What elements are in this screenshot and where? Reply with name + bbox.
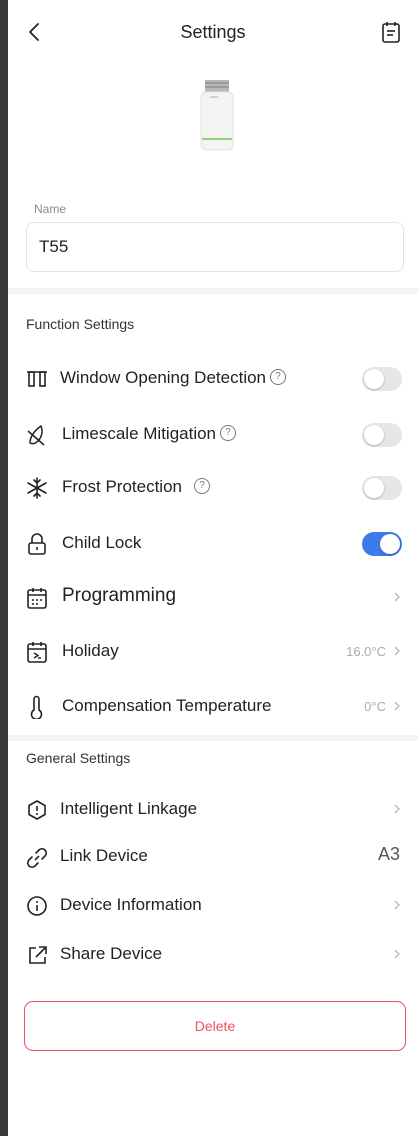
chevron-right-icon	[394, 900, 400, 910]
chevron-right-icon	[394, 949, 400, 959]
limescale-mitigation-label: Limescale Mitigation?	[62, 424, 237, 444]
page-title: Settings	[180, 22, 246, 42]
window-opening-detection-row: Window Opening Detection?	[8, 354, 418, 404]
link-device-label: Link Device	[60, 846, 148, 865]
holiday-row[interactable]: Holiday 16.0°C	[8, 627, 418, 677]
help-icon[interactable]: ?	[270, 368, 287, 385]
share-device-row[interactable]: Share Device	[8, 930, 418, 980]
device-information-label: Device Information	[60, 895, 202, 914]
holiday-label: Holiday	[62, 641, 119, 660]
share-icon	[29, 946, 47, 964]
function-settings-title: Function Settings	[26, 316, 135, 332]
intelligent-linkage-row[interactable]: Intelligent Linkage	[8, 785, 418, 835]
general-settings-title: General Settings	[26, 750, 131, 766]
link-device-row[interactable]: Link Device A3	[8, 832, 418, 882]
share-device-label: Share Device	[60, 944, 163, 963]
chevron-right-icon	[394, 804, 400, 814]
programming-row[interactable]: Programming	[8, 573, 418, 623]
limescale-mitigation-toggle[interactable]	[362, 423, 402, 447]
name-label: Name	[34, 202, 67, 216]
intelligent-linkage-label: Intelligent Linkage	[60, 799, 198, 818]
calendar-holiday-icon	[27, 642, 47, 663]
compensation-temperature-label: Compensation Temperature	[62, 696, 272, 715]
link-device-value: A3	[377, 844, 400, 864]
section-divider	[8, 288, 418, 294]
frost-protection-label: Frost Protection?	[62, 477, 210, 497]
frost-protection-row: Frost Protection?	[8, 463, 418, 513]
limescale-icon	[27, 424, 45, 446]
thermometer-icon	[30, 695, 43, 719]
info-icon	[27, 896, 47, 916]
header: Settings	[8, 0, 418, 66]
help-icon[interactable]: ?	[194, 477, 210, 494]
chevron-right-icon	[394, 646, 400, 656]
log-icon[interactable]	[380, 20, 402, 44]
device-information-row[interactable]: Device Information	[8, 881, 418, 931]
section-divider	[8, 735, 418, 741]
snowflake-icon	[27, 477, 47, 499]
window-opening-detection-label: Window Opening Detection?	[60, 368, 287, 388]
chevron-right-icon	[394, 592, 400, 602]
compensation-temperature-row[interactable]: Compensation Temperature 0°C	[8, 682, 418, 732]
link-icon	[26, 847, 48, 869]
window-icon	[27, 371, 47, 387]
lock-icon	[28, 533, 46, 555]
help-icon[interactable]: ?	[220, 424, 237, 441]
chevron-right-icon	[394, 701, 400, 711]
child-lock-row: Child Lock	[8, 519, 418, 569]
programming-label: Programming	[62, 585, 177, 606]
compensation-temperature-value: 0°C	[364, 699, 386, 714]
window-opening-detection-toggle[interactable]	[362, 367, 402, 391]
child-lock-label: Child Lock	[62, 533, 142, 552]
delete-button[interactable]: Delete	[24, 1001, 406, 1051]
name-field[interactable]: T55	[26, 222, 404, 272]
settings-screen: Settings Name T55 Function Settings Wind…	[8, 0, 418, 1136]
limescale-mitigation-row: Limescale Mitigation?	[8, 410, 418, 460]
frost-protection-toggle[interactable]	[362, 476, 402, 500]
calendar-schedule-icon	[27, 588, 47, 609]
child-lock-toggle[interactable]	[362, 532, 402, 556]
device-image	[200, 80, 234, 151]
holiday-value: 16.0°C	[346, 644, 386, 659]
hexagon-info-icon	[28, 800, 46, 820]
